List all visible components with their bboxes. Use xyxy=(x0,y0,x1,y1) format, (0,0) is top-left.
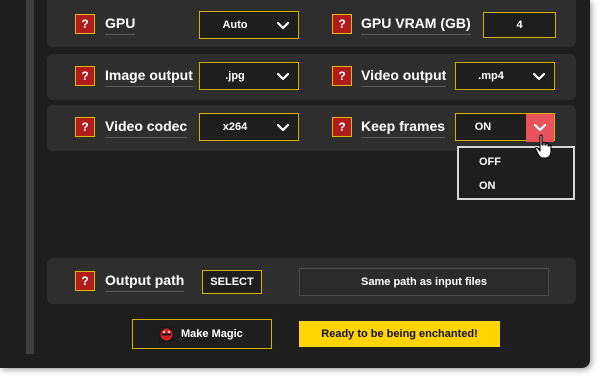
video-codec-select[interactable]: x264 xyxy=(199,113,299,141)
image-output-select[interactable]: .jpg xyxy=(199,62,299,90)
video-codec-label: Video codec xyxy=(105,117,188,138)
gpu-vram-label: GPU VRAM (GB) xyxy=(361,14,471,35)
app-window: ? GPU Auto ? GPU VRAM (GB) 4 ? Image out… xyxy=(0,0,590,368)
image-output-label: Image output xyxy=(105,66,193,87)
video-output-select[interactable]: .mp4 xyxy=(455,62,555,90)
video-output-select-value: .mp4 xyxy=(478,70,504,82)
scrollbar-rail[interactable] xyxy=(26,0,34,354)
gpu-vram-input[interactable]: 4 xyxy=(483,12,556,38)
make-magic-label: Make Magic xyxy=(181,328,243,340)
keep-frames-label: Keep frames xyxy=(361,117,446,138)
make-magic-button[interactable]: Make Magic xyxy=(132,319,272,349)
video-output-label: Video output xyxy=(361,66,447,87)
gpu-vram-help-button[interactable]: ? xyxy=(332,14,352,34)
keep-frames-option-on[interactable]: ON xyxy=(459,174,573,198)
chevron-down-icon xyxy=(276,72,290,81)
output-path-help-button[interactable]: ? xyxy=(75,271,95,291)
image-output-help-button[interactable]: ? xyxy=(75,66,95,86)
gpu-help-button[interactable]: ? xyxy=(75,14,95,34)
chevron-down-icon xyxy=(276,21,290,30)
magic-wand-icon xyxy=(159,327,174,342)
gpu-select[interactable]: Auto xyxy=(199,11,299,39)
gpu-select-value: Auto xyxy=(222,19,248,31)
output-path-display: Same path as input files xyxy=(299,268,549,296)
chevron-down-icon xyxy=(532,72,546,81)
video-codec-select-value: x264 xyxy=(222,121,248,133)
keep-frames-options: OFF ON xyxy=(457,146,575,200)
hand-pointer-icon xyxy=(534,134,552,159)
status-message: Ready to be being enchanted! xyxy=(299,321,500,347)
keep-frames-help-button[interactable]: ? xyxy=(332,117,352,137)
video-codec-help-button[interactable]: ? xyxy=(75,117,95,137)
select-output-path-button[interactable]: SELECT xyxy=(202,270,262,294)
image-output-select-value: .jpg xyxy=(225,70,245,82)
keep-frames-option-off[interactable]: OFF xyxy=(459,150,573,174)
chevron-down-icon xyxy=(276,123,290,132)
keep-frames-select-value: ON xyxy=(474,121,492,133)
output-path-label: Output path xyxy=(105,271,185,292)
gpu-label: GPU xyxy=(105,14,136,35)
video-output-help-button[interactable]: ? xyxy=(332,66,352,86)
